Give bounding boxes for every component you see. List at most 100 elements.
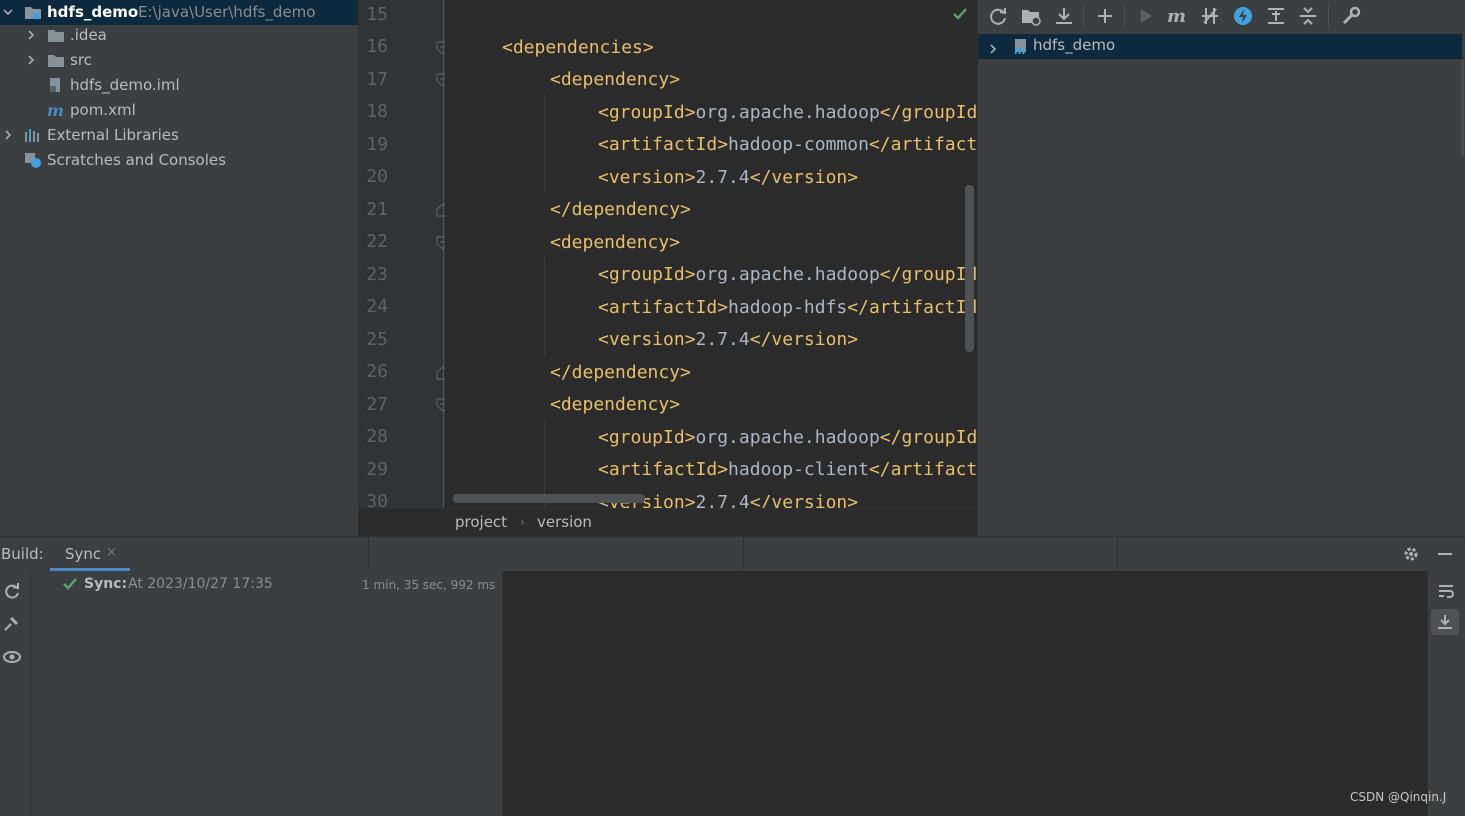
tree-label: src — [70, 51, 92, 69]
chevron-right-icon[interactable] — [26, 55, 36, 65]
line-number: 29 — [366, 459, 388, 480]
toggle-offline-icon[interactable] — [1199, 5, 1221, 27]
tree-row-src[interactable]: src — [0, 48, 358, 73]
line-number: 21 — [366, 199, 388, 220]
settings-wrench-icon[interactable] — [1340, 5, 1362, 27]
code-line: <dependency> — [550, 394, 681, 415]
minimize-icon[interactable] — [1436, 545, 1454, 567]
reload-icon[interactable] — [987, 5, 1009, 27]
svg-text:m: m — [1014, 44, 1026, 55]
line-number: 28 — [366, 426, 388, 447]
editor-vertical-scrollbar[interactable] — [965, 185, 974, 352]
maven-project-name: hdfs_demo — [1033, 36, 1116, 54]
chevron-down-icon[interactable] — [3, 7, 13, 17]
indent-guide — [544, 95, 545, 192]
header-divider — [368, 537, 369, 571]
project-tool-window: hdfs_demo E:\java\User\hdfs_demo .idea s… — [0, 0, 358, 536]
code-editor[interactable]: <dependencies> <dependency> <groupId>org… — [445, 0, 977, 508]
tree-row-idea[interactable]: .idea — [0, 23, 358, 48]
line-number: 27 — [366, 394, 388, 415]
eye-icon[interactable] — [2, 647, 22, 667]
maven-project-icon: m — [1012, 37, 1030, 59]
sync-label: Sync: — [84, 576, 128, 592]
toolbar-separator — [1124, 6, 1125, 26]
line-number: 22 — [366, 231, 388, 252]
code-line: <artifactId>hadoop-client</artifactId> — [598, 459, 977, 480]
tree-label: pom.xml — [70, 101, 136, 119]
chevron-right-icon[interactable] — [26, 30, 36, 40]
build-side-toolbar — [0, 571, 31, 816]
run-icon[interactable] — [1135, 5, 1157, 27]
collapse-all-icon[interactable] — [1297, 5, 1319, 27]
line-number: 30 — [366, 491, 388, 508]
line-number: 25 — [366, 329, 388, 350]
sync-row[interactable]: Sync: At 2023/10/27 17:35 1 min, 35 sec,… — [31, 574, 502, 596]
editor-horizontal-scrollbar[interactable] — [453, 494, 645, 503]
line-number: 17 — [366, 69, 388, 90]
tab-sync[interactable]: Sync × — [50, 537, 130, 571]
library-icon — [24, 127, 42, 144]
breadcrumb-item-version[interactable]: version — [537, 513, 592, 531]
toolbar-separator — [1083, 6, 1084, 26]
scroll-to-end-icon — [1435, 612, 1455, 636]
scroll-to-end-button[interactable] — [1431, 609, 1459, 635]
add-icon[interactable] — [1094, 5, 1116, 27]
line-number: 24 — [366, 296, 388, 317]
header-divider — [1117, 537, 1118, 571]
code-line: <dependency> — [550, 69, 681, 90]
soft-wrap-icon[interactable] — [1436, 581, 1456, 605]
maven-toolbar: m — [978, 0, 1465, 32]
build-tool-window-header: Build: Sync × — [0, 536, 1465, 572]
generate-sources-icon[interactable] — [1020, 5, 1042, 27]
chevron-right-icon[interactable] — [3, 130, 13, 140]
toolbar-separator — [1328, 6, 1329, 26]
maven-tool-window: m m hdfs_demo — [977, 0, 1465, 536]
folder-icon — [47, 52, 65, 69]
gear-icon[interactable] — [1402, 545, 1420, 567]
tree-row-scratches[interactable]: Scratches and Consoles — [0, 148, 358, 173]
pin-icon[interactable] — [2, 613, 22, 633]
module-file-icon — [47, 77, 65, 94]
code-line: <version>2.7.4</version> — [598, 329, 859, 350]
maven-scrollbar[interactable] — [1461, 60, 1464, 155]
chevron-right-icon[interactable] — [988, 40, 998, 58]
code-line: <artifactId>hadoop-common</artifactId> — [598, 134, 977, 155]
skip-tests-icon[interactable] — [1232, 5, 1254, 27]
maven-project-row[interactable]: m hdfs_demo — [978, 34, 1462, 59]
tree-label: .idea — [70, 26, 107, 44]
svg-text:m: m — [47, 102, 64, 119]
watermark: CSDN @Qinqin.J — [1350, 790, 1447, 804]
tree-row-iml[interactable]: hdfs_demo.iml — [0, 73, 358, 98]
header-divider — [743, 537, 744, 571]
tree-label: External Libraries — [47, 126, 179, 144]
line-number: 23 — [366, 264, 388, 285]
build-console[interactable] — [503, 571, 1427, 816]
code-line: <groupId>org.apache.hadoop</groupId> — [598, 264, 977, 285]
show-dependencies-icon[interactable] — [1265, 5, 1287, 27]
module-folder-icon — [24, 4, 42, 21]
code-line: </dependency> — [550, 362, 691, 383]
tree-row-pom[interactable]: m pom.xml — [0, 98, 358, 123]
maven-file-icon: m — [47, 101, 65, 120]
maven-goal-icon[interactable]: m — [1166, 5, 1188, 27]
rerun-icon[interactable] — [2, 581, 22, 601]
tab-sync-label: Sync — [65, 545, 102, 563]
svg-text:m: m — [1167, 6, 1186, 27]
build-title: Build: — [1, 545, 44, 563]
folder-icon — [47, 27, 65, 44]
breadcrumb-item-project[interactable]: project — [455, 513, 507, 531]
tree-label: Scratches and Consoles — [47, 151, 226, 169]
line-number: 18 — [366, 101, 388, 122]
tree-row-root[interactable]: hdfs_demo E:\java\User\hdfs_demo — [0, 0, 358, 25]
line-number: 26 — [366, 361, 388, 382]
inspection-ok-icon[interactable] — [951, 5, 969, 23]
code-line: <dependencies> — [502, 37, 654, 58]
code-line: <groupId>org.apache.hadoop</groupId> — [598, 102, 977, 123]
tree-row-external-libraries[interactable]: External Libraries — [0, 123, 358, 148]
close-icon[interactable]: × — [106, 545, 117, 560]
line-number: 15 — [366, 4, 388, 25]
code-line: <artifactId>hadoop-hdfs</artifactId> — [598, 297, 977, 318]
download-icon[interactable] — [1053, 5, 1075, 27]
indent-guide — [544, 258, 545, 355]
line-number: 19 — [366, 134, 388, 155]
